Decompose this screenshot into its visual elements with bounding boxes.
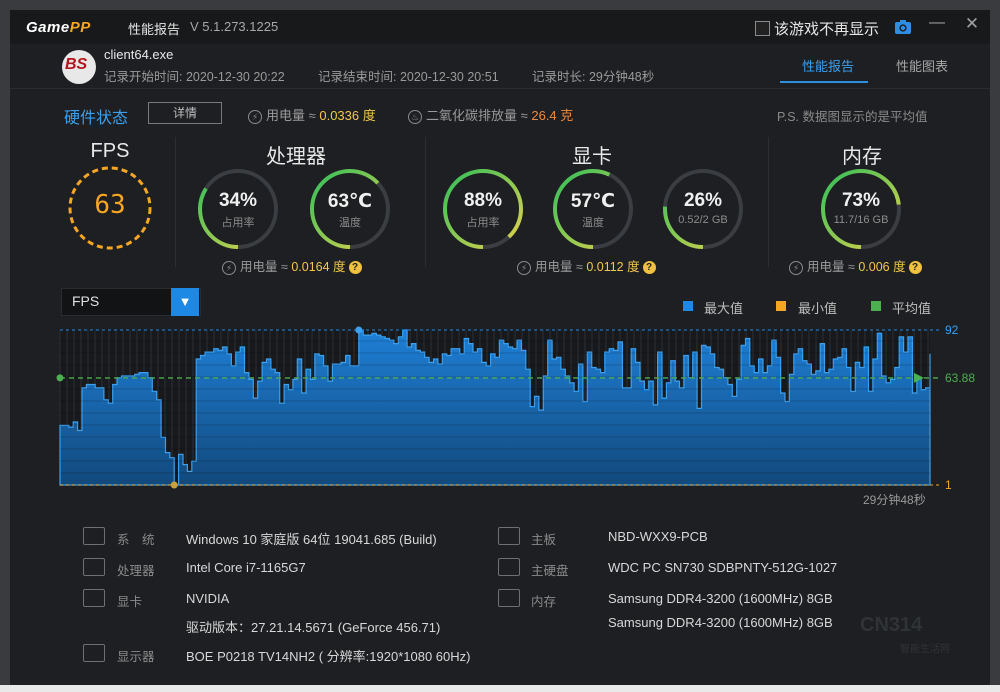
max-value-label: 92 <box>945 323 959 337</box>
sysinfo-label: 主硬盘 <box>531 564 569 578</box>
cpu-temp-label: 温度 <box>339 217 361 229</box>
sysinfo-value: Samsung DDR4-3200 (1600MHz) 8GB <box>608 615 833 630</box>
sysinfo-value: Samsung DDR4-3200 (1600MHz) 8GB <box>608 591 833 606</box>
sysinfo-value: 驱动版本：27.21.14.5671 (GeForce 456.71) <box>186 620 441 635</box>
title-bar: GamePP 性能报告 V 5.1.273.1225 该游戏不再显示 — ✕ <box>10 10 990 44</box>
screenshot-camera-icon[interactable] <box>894 18 912 36</box>
help-icon[interactable]: ? <box>642 261 656 274</box>
active-tab-underline <box>780 81 868 83</box>
section-divider <box>425 137 426 267</box>
gpu-power: ⚡ 用电量 ≈ 0.0112 度? <box>517 256 656 275</box>
tab-performance-charts[interactable]: 性能图表 <box>896 56 948 75</box>
tab-performance-report[interactable]: 性能报告 <box>802 56 854 75</box>
section-divider <box>175 137 176 267</box>
dropdown-arrow-icon[interactable]: ▼ <box>171 288 199 316</box>
help-icon[interactable]: ? <box>908 261 922 274</box>
fps-value: 63 <box>94 190 126 220</box>
sysinfo-label: 内存 <box>531 595 557 609</box>
legend-max-label: 最大值 <box>704 301 744 316</box>
details-button[interactable]: 详情 <box>148 102 222 124</box>
sysinfo-label: 处理器 <box>117 564 155 578</box>
gpu-memory-label: 0.52/2 GB <box>678 214 728 226</box>
carbon-icon: ♨ <box>408 110 422 124</box>
min-value-label: 1 <box>945 478 952 492</box>
sysinfo-label: 显卡 <box>117 595 143 609</box>
carbon-emission: ♨ 二氧化碳排放量 ≈ 26.4 克 <box>408 105 573 124</box>
header-divider <box>10 88 990 89</box>
cpu-temp-value: 63℃ <box>327 191 373 212</box>
legend-avg-swatch <box>871 301 881 311</box>
hardware-status-title: 硬件状态 <box>64 110 129 127</box>
cpu-usage-label: 占用率 <box>221 217 255 229</box>
section-divider <box>768 137 769 267</box>
cpu-icon <box>83 558 105 576</box>
watermark-sub: 智能生活网 <box>900 644 950 655</box>
window-title: 性能报告 <box>128 22 181 37</box>
help-icon[interactable]: ? <box>348 261 362 274</box>
power-icon: ⚡ <box>789 261 803 275</box>
memory-usage-label: 11.7/16 GB <box>833 214 889 226</box>
legend-min-swatch <box>776 301 786 311</box>
sysinfo-value: Windows 10 家庭版 64位 19041.685 (Build) <box>186 532 437 547</box>
sysinfo-label: 显示器 <box>117 650 155 664</box>
underlying-window <box>0 685 1000 692</box>
memory-icon <box>498 589 520 607</box>
gpu-memory-value: 26% <box>683 190 723 211</box>
close-button[interactable]: ✕ <box>960 14 984 34</box>
power-icon: ⚡ <box>517 261 531 275</box>
gpu-temp-value: 57℃ <box>570 191 616 212</box>
sysinfo-value: WDC PC SN730 SDBPNTY-512G-1027 <box>608 560 838 575</box>
gamepp-logo: GamePP <box>26 19 91 36</box>
gpu-icon <box>83 589 105 607</box>
hide-game-checkbox[interactable] <box>755 21 770 36</box>
record-duration: 记录时长: 29分钟48秒 <box>532 70 655 84</box>
memory-power: ⚡ 用电量 ≈ 0.006 度? <box>789 256 922 275</box>
cpu-section-title: 处理器 <box>266 146 326 168</box>
average-note: P.S. 数据图显示的是平均值 <box>777 110 928 124</box>
gpu-usage-label: 占用率 <box>466 217 500 229</box>
cpu-usage-value: 34% <box>218 190 258 211</box>
gpu-usage-value: 88% <box>463 190 503 211</box>
mem-section-title: 内存 <box>842 146 882 168</box>
avg-point <box>56 374 64 382</box>
sysinfo-value: BOE P0218 TV14NH2 ( 分辨率:1920*1080 60Hz) <box>186 649 471 664</box>
min-point <box>170 481 178 489</box>
gamepp-window: GamePP 性能报告 V 5.1.273.1225 该游戏不再显示 — ✕ B… <box>10 10 990 685</box>
monitor-icon <box>83 644 105 662</box>
metric-dropdown-value[interactable]: FPS <box>72 293 99 309</box>
game-app-icon: BS <box>62 50 96 84</box>
end-time: 记录结束时间: 2020-12-30 20:51 <box>318 70 499 84</box>
memory-usage-value: 73% <box>841 190 881 211</box>
power-icon: ⚡ <box>222 261 236 275</box>
avg-value-label: 63.88 <box>945 371 975 385</box>
watermark: CN314 <box>860 614 923 636</box>
legend-min-label: 最小值 <box>798 301 838 316</box>
legend-max-swatch <box>683 301 693 311</box>
sysinfo-label: 系 统 <box>117 533 155 547</box>
chart-duration: 29分钟48秒 <box>863 493 926 507</box>
power-icon: ⚡ <box>248 110 262 124</box>
hide-game-label[interactable]: 该游戏不再显示 <box>774 18 879 39</box>
sysinfo-label: 主板 <box>531 533 557 547</box>
gpu-section-title: 显卡 <box>572 146 612 168</box>
sysinfo-value: NVIDIA <box>186 591 230 606</box>
fps-chart: 92 63.88 1 <box>56 323 975 492</box>
total-power: ⚡ 用电量 ≈ 0.0336 度 <box>248 105 376 124</box>
max-point <box>355 326 363 334</box>
motherboard-icon <box>498 527 520 545</box>
cpu-power: ⚡ 用电量 ≈ 0.0164 度? <box>222 256 362 275</box>
gpu-temp-label: 温度 <box>582 217 604 229</box>
exe-name: client64.exe <box>104 47 174 62</box>
fps-section-title: FPS <box>90 140 130 162</box>
harddisk-icon <box>498 558 520 576</box>
sysinfo-value: Intel Core i7-1165G7 <box>186 560 306 575</box>
windows-icon <box>83 527 105 545</box>
sysinfo-value: NBD-WXX9-PCB <box>608 529 708 544</box>
version-label: V 5.1.273.1225 <box>190 19 279 34</box>
legend-avg-label: 平均值 <box>892 301 932 316</box>
minimize-button[interactable]: — <box>925 14 949 32</box>
start-time: 记录开始时间: 2020-12-30 20:22 <box>104 70 285 84</box>
